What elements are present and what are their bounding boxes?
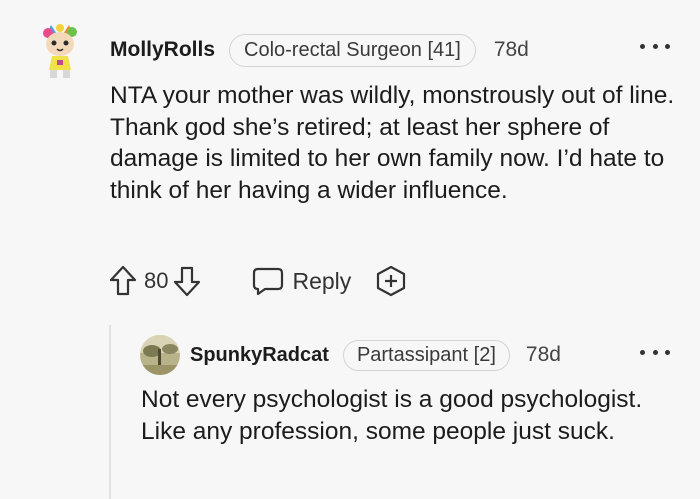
comment-body: NTA your mother was wildly, monstrously … — [110, 82, 675, 204]
reply-body: Not every psychologist is a good psychol… — [141, 386, 643, 445]
downvote-arrow-icon[interactable] — [172, 264, 202, 298]
award-plus-icon[interactable] — [375, 265, 407, 297]
comment-actions: 80 Reply — [108, 262, 407, 300]
reply-header: SpunkyRadcat Partassipant [2] 78d — [190, 338, 561, 372]
thread-line[interactable] — [109, 325, 111, 499]
speech-bubble-icon — [253, 267, 284, 296]
reply-user-avatar[interactable] — [140, 335, 180, 375]
more-options-icon[interactable] — [640, 340, 670, 364]
reply-username[interactable]: SpunkyRadcat — [190, 344, 329, 367]
more-options-icon[interactable] — [640, 34, 670, 58]
landscape-photo-avatar-icon — [140, 335, 180, 375]
upvote-arrow-icon[interactable] — [108, 264, 138, 298]
comment-header: MollyRolls Colo-rectal Surgeon [41] 78d — [110, 32, 529, 68]
vote-score: 80 — [144, 268, 169, 293]
reply-label: Reply — [292, 267, 352, 294]
cartoon-cat-avatar-icon — [43, 24, 77, 78]
user-flair: Colo-rectal Surgeon [41] — [229, 33, 476, 67]
username[interactable]: MollyRolls — [110, 38, 215, 62]
comment-age[interactable]: 78d — [494, 38, 529, 62]
reply-age[interactable]: 78d — [526, 343, 561, 367]
user-avatar[interactable] — [38, 22, 82, 80]
reply-button[interactable]: Reply — [252, 266, 351, 296]
reply-user-flair: Partassipant [2] — [342, 339, 510, 371]
